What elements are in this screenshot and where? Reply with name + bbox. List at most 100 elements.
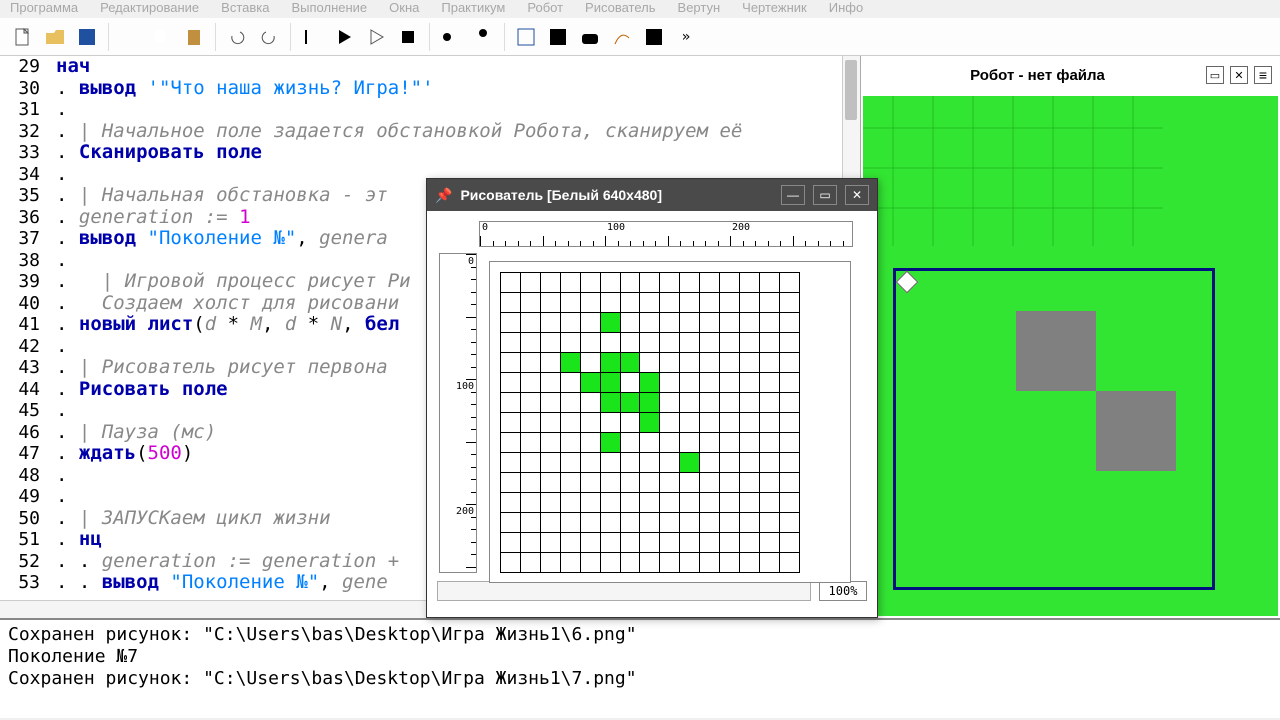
grid-cell[interactable] (660, 433, 680, 453)
grid-cell[interactable] (660, 293, 680, 313)
grid-button[interactable] (543, 22, 573, 52)
grid-cell[interactable] (759, 293, 779, 313)
grid-cell[interactable] (700, 293, 720, 313)
grid-cell[interactable] (520, 273, 540, 293)
menu-item[interactable]: Окна (389, 0, 419, 15)
actors2-button[interactable] (468, 22, 498, 52)
grid-cell[interactable] (640, 513, 660, 533)
grid-cell[interactable] (700, 393, 720, 413)
grid-cell[interactable] (700, 453, 720, 473)
grid-cell[interactable] (680, 433, 700, 453)
grid-cell[interactable] (720, 473, 740, 493)
grid-cell[interactable] (779, 313, 799, 333)
grid-cell[interactable] (720, 293, 740, 313)
grid-cell[interactable] (660, 473, 680, 493)
robot-attach-icon[interactable]: ≡ (1254, 66, 1272, 84)
grid-cell[interactable] (620, 373, 640, 393)
grid-cell[interactable] (540, 293, 560, 313)
grid-cell[interactable] (720, 333, 740, 353)
grid-cell[interactable] (580, 293, 600, 313)
grid-cell[interactable] (680, 553, 700, 573)
grid-cell[interactable] (501, 373, 521, 393)
grid-cell[interactable] (640, 493, 660, 513)
grid-cell[interactable] (600, 373, 620, 393)
grid-cell[interactable] (620, 413, 640, 433)
grid-cell[interactable] (759, 533, 779, 553)
grid-cell[interactable] (640, 333, 660, 353)
grid-cell[interactable] (600, 533, 620, 553)
grid-cell[interactable] (700, 473, 720, 493)
copy-button[interactable] (147, 22, 177, 52)
grid-cell[interactable] (540, 473, 560, 493)
grid-cell[interactable] (720, 453, 740, 473)
grid-cell[interactable] (660, 453, 680, 473)
grid-cell[interactable] (680, 393, 700, 413)
grid-cell[interactable] (600, 453, 620, 473)
grid-cell[interactable] (580, 553, 600, 573)
grid-cell[interactable] (600, 433, 620, 453)
grid-cell[interactable] (520, 313, 540, 333)
grid-cell[interactable] (520, 473, 540, 493)
stop-button[interactable] (393, 22, 423, 52)
robot-canvas[interactable] (863, 96, 1278, 616)
grid-cell[interactable] (520, 533, 540, 553)
grid-cell[interactable] (540, 493, 560, 513)
grid-cell[interactable] (540, 453, 560, 473)
grid-cell[interactable] (759, 353, 779, 373)
grid-cell[interactable] (720, 413, 740, 433)
grid-cell[interactable] (540, 433, 560, 453)
grid-cell[interactable] (580, 313, 600, 333)
grid-cell[interactable] (520, 513, 540, 533)
grid-cell[interactable] (759, 413, 779, 433)
grid-cell[interactable] (759, 453, 779, 473)
grid-cell[interactable] (540, 413, 560, 433)
grid-cell[interactable] (660, 333, 680, 353)
grid-cell[interactable] (660, 353, 680, 373)
grid-cell[interactable] (620, 453, 640, 473)
cut-button[interactable] (115, 22, 145, 52)
grid-cell[interactable] (540, 513, 560, 533)
grid-cell[interactable] (560, 313, 580, 333)
grid-cell[interactable] (720, 493, 740, 513)
grid-cell[interactable] (660, 273, 680, 293)
menu-item[interactable]: Практикум (441, 0, 505, 15)
grid-cell[interactable] (600, 413, 620, 433)
grid-cell[interactable] (620, 433, 640, 453)
grid-cell[interactable] (779, 393, 799, 413)
grid-cell[interactable] (580, 353, 600, 373)
grid-cell[interactable] (740, 313, 760, 333)
grid-cell[interactable] (759, 333, 779, 353)
grid-cell[interactable] (720, 313, 740, 333)
pin-icon[interactable]: 📌 (435, 187, 452, 204)
grid-cell[interactable] (779, 373, 799, 393)
grid-cell[interactable] (680, 373, 700, 393)
zoom-box[interactable]: 100% (819, 581, 867, 601)
grid-cell[interactable] (560, 293, 580, 313)
grid-cell[interactable] (680, 413, 700, 433)
first-button[interactable] (297, 22, 327, 52)
grid-cell[interactable] (560, 353, 580, 373)
grid-cell[interactable] (720, 273, 740, 293)
grid-cell[interactable] (740, 353, 760, 373)
grid-cell[interactable] (560, 453, 580, 473)
grid-cell[interactable] (759, 513, 779, 533)
grid-cell[interactable] (640, 433, 660, 453)
menu-item[interactable]: Рисователь (585, 0, 655, 15)
grid-cell[interactable] (700, 493, 720, 513)
grid-cell[interactable] (520, 493, 540, 513)
grid-cell[interactable] (640, 533, 660, 553)
grid-cell[interactable] (501, 393, 521, 413)
grid-cell[interactable] (700, 413, 720, 433)
menu-item[interactable]: Выполнение (291, 0, 367, 15)
grid-cell[interactable] (520, 393, 540, 413)
draw-button[interactable] (607, 22, 637, 52)
grid-cell[interactable] (620, 493, 640, 513)
grid-cell[interactable] (501, 273, 521, 293)
grid-cell[interactable] (501, 313, 521, 333)
menu-item[interactable]: Вставка (221, 0, 269, 15)
grid-cell[interactable] (540, 373, 560, 393)
grid-cell[interactable] (700, 333, 720, 353)
grid-cell[interactable] (720, 513, 740, 533)
grid-cell[interactable] (540, 353, 560, 373)
run-button[interactable] (329, 22, 359, 52)
